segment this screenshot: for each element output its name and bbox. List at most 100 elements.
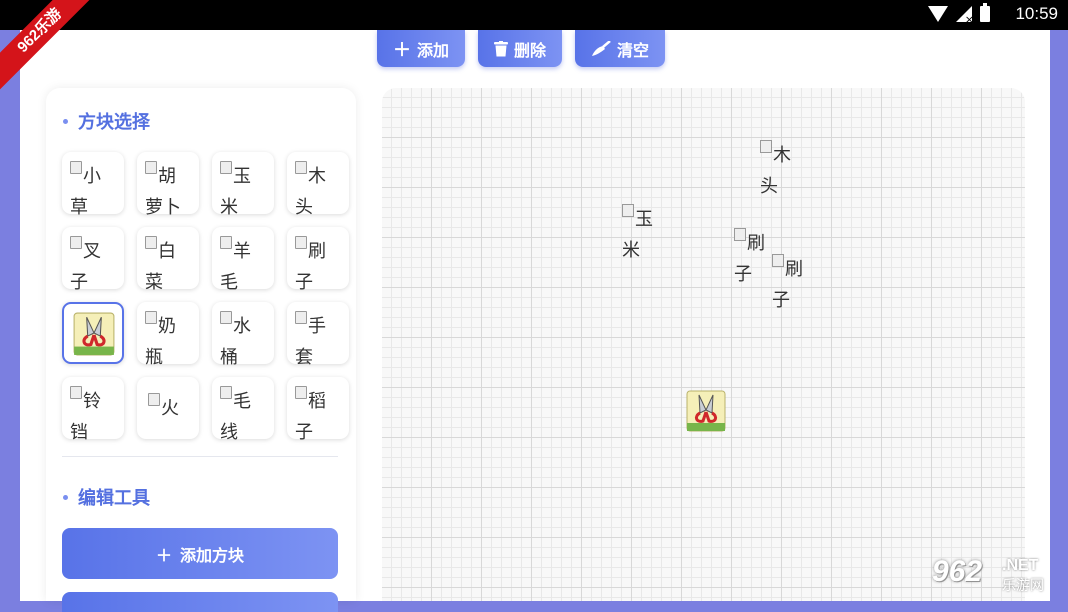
clear-button-label: 清空 (617, 40, 650, 60)
tile-alt-text: 刷 (308, 241, 326, 262)
status-time: 10:59 (1015, 4, 1058, 23)
broken-image-icon (220, 161, 232, 174)
block-tile[interactable]: 铃铛 (62, 377, 124, 443)
tile-alt-text: 奶 (158, 316, 176, 337)
broken-image-alt: 手套 (295, 311, 343, 373)
edit-tools-title-text: 编辑工具 (78, 488, 150, 509)
block-tile[interactable]: 木头 (287, 152, 349, 218)
broken-image-icon (70, 236, 82, 249)
bullet-dot-icon (63, 118, 68, 124)
trash-icon (494, 40, 509, 57)
block-tile[interactable]: 手套 (287, 302, 349, 368)
broken-image-icon (772, 254, 784, 267)
placed-block[interactable]: 玉米 (622, 204, 666, 266)
plus-icon: ＋ (155, 545, 172, 565)
watermark-logo: 962 .NET 乐游网 (932, 555, 1062, 595)
broken-image-icon (145, 311, 157, 324)
broken-image-icon (220, 236, 232, 249)
block-tile[interactable]: 叉子 (62, 227, 124, 293)
add-block-button[interactable]: ＋ 添加方块 (62, 528, 338, 579)
broken-image-icon (295, 311, 307, 324)
second-tool-button[interactable] (62, 592, 338, 612)
shears-icon[interactable] (686, 390, 726, 432)
broken-image-icon (220, 311, 232, 324)
delete-button[interactable]: 删除 (478, 30, 563, 67)
bullet-dot-icon (63, 494, 68, 500)
broken-image-icon (295, 236, 307, 249)
broken-image-icon (295, 386, 307, 399)
tile-alt-text: 萝卜 (145, 197, 181, 218)
broken-image-alt: 胡萝卜 (145, 161, 193, 223)
top-toolbar: ＋ 添加 删除 清空 (377, 30, 666, 67)
shears-icon (73, 312, 115, 360)
watermark-net: .NET (1002, 557, 1039, 574)
broken-image-alt: 刷子 (295, 236, 343, 298)
block-tile[interactable]: 胡萝卜 (137, 152, 199, 218)
tile-alt-text: 线 (220, 422, 238, 443)
editor-panel: ＋ 添加 删除 清空 方块选择 小草胡萝卜玉米木头叉子白菜羊毛刷子奶瓶水桶手套铃… (20, 30, 1050, 612)
block-tile[interactable]: 稻子 (287, 377, 349, 443)
broken-image-icon (295, 161, 307, 174)
tile-alt-text: 米 (220, 197, 238, 218)
broken-image-icon (220, 386, 232, 399)
placed-alt-text: 头 (760, 176, 778, 197)
placed-alt-text: 木 (773, 145, 791, 166)
block-tile[interactable]: 玉米 (212, 152, 274, 218)
plus-icon: ＋ (393, 39, 411, 61)
broken-image-alt: 白菜 (145, 236, 193, 298)
placed-block[interactable]: 木头 (760, 140, 804, 202)
tile-alt-text: 白 (158, 241, 176, 262)
edit-tools-title: 编辑工具 (63, 484, 150, 510)
placed-alt-text: 子 (734, 264, 752, 285)
block-tile[interactable]: 白菜 (137, 227, 199, 293)
tile-alt-text: 头 (295, 197, 313, 218)
tile-alt-text: 子 (295, 272, 313, 293)
watermark-cn: 乐游网 (1002, 578, 1044, 594)
add-button[interactable]: ＋ 添加 (377, 30, 466, 67)
corner-ribbon: 962乐游 (0, 0, 90, 90)
broken-image-icon (70, 161, 82, 174)
delete-button-label: 删除 (514, 40, 547, 60)
broken-image-icon (734, 228, 746, 241)
tile-alt-text: 子 (70, 272, 88, 293)
broken-image-icon (622, 204, 634, 217)
tile-alt-text: 叉 (83, 241, 101, 262)
broken-image-alt: 小草 (70, 161, 118, 223)
watermark-number: 962 (932, 555, 983, 588)
broken-image-alt: 水桶 (220, 311, 268, 373)
tile-alt-text: 瓶 (145, 347, 163, 368)
tile-alt-text: 胡 (158, 166, 176, 187)
block-select-title-text: 方块选择 (78, 112, 150, 133)
tile-alt-text: 木 (308, 166, 326, 187)
tile-alt-text: 小 (83, 166, 101, 187)
block-tile[interactable]: 水桶 (212, 302, 274, 368)
broken-image-icon (145, 161, 157, 174)
tile-alt-text: 玉 (233, 166, 251, 187)
block-tile[interactable]: 毛线 (212, 377, 274, 443)
block-tile[interactable]: 羊毛 (212, 227, 274, 293)
placed-alt-text: 刷 (747, 233, 765, 254)
broken-image-icon (70, 386, 82, 399)
editor-canvas[interactable]: 木头玉米刷子刷子 (382, 88, 1025, 601)
tile-alt-text: 桶 (220, 347, 238, 368)
broken-image-icon (760, 140, 772, 153)
block-tile[interactable]: 奶瓶 (137, 302, 199, 368)
placed-block[interactable]: 刷子 (772, 254, 816, 316)
battery-icon (980, 3, 990, 22)
tile-alt-text: 手 (308, 316, 326, 337)
add-button-label: 添加 (417, 40, 450, 60)
tile-alt-text: 稻 (308, 391, 326, 412)
block-tile[interactable]: 小草 (62, 152, 124, 218)
broken-image-alt: 叉子 (70, 236, 118, 298)
tile-alt-text: 子 (295, 422, 313, 443)
block-select-title: 方块选择 (63, 108, 150, 134)
broken-image-alt: 玉米 (220, 161, 268, 223)
broken-image-icon (145, 236, 157, 249)
broken-image-alt: 铃铛 (70, 386, 118, 448)
clear-button[interactable]: 清空 (575, 30, 666, 67)
broken-image-alt: 羊毛 (220, 236, 268, 298)
placed-alt-text: 玉 (635, 209, 653, 230)
block-tile[interactable]: 火 (137, 377, 199, 439)
block-tile[interactable]: 刷子 (287, 227, 349, 293)
block-tile[interactable] (62, 302, 124, 364)
